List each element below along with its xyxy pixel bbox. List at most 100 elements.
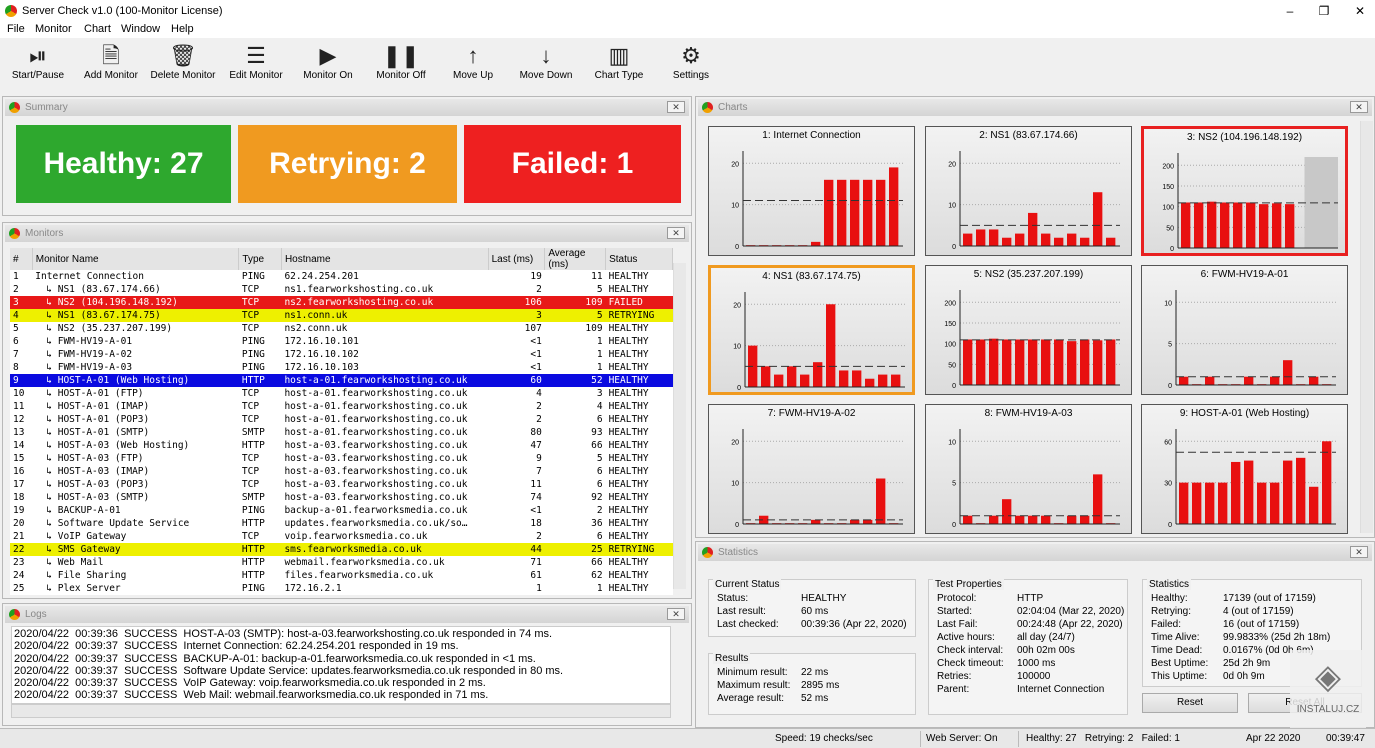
average-ms: 1 (544, 348, 606, 361)
add-monitor-button[interactable]: 🗎 Add Monitor (78, 42, 144, 90)
monitor-type: PING (238, 582, 282, 595)
stat-label: Best Uptime: (1151, 658, 1209, 669)
toolbar-label: Move Down (519, 70, 573, 81)
delete-monitor-button[interactable]: 🗑 Delete Monitor (147, 42, 219, 90)
chart-bar (1244, 460, 1254, 524)
status-speed: Speed: 19 checks/sec (775, 733, 873, 744)
y-tick-label: 20 (948, 161, 956, 168)
table-row[interactable]: 12 ↳ HOST-A-01 (POP3) TCP host-a-01.fearwor… (10, 413, 673, 426)
log-entry: 2020/04/22 00:39:37 SUCCESS Software Upd… (14, 664, 564, 677)
charts-scrollbar[interactable] (1360, 121, 1373, 533)
y-tick-label: 10 (1164, 300, 1172, 307)
close-panel-button[interactable]: ✕ (1350, 546, 1368, 558)
logs-horizontal-scrollbar[interactable] (11, 704, 671, 718)
column-header[interactable]: Average (ms) (544, 248, 607, 270)
table-row[interactable]: 3 ↳ NS2 (104.196.148.192) TCP ns2.fearworks… (10, 296, 673, 309)
menu-window[interactable]: Window (121, 23, 160, 35)
table-row[interactable]: 10 ↳ HOST-A-01 (FTP) TCP host-a-01.fearwork… (10, 387, 673, 400)
monitors-scrollbar[interactable] (673, 263, 686, 589)
chart-cell[interactable]: 9: HOST-A-01 (Web Hosting) 0 30 60 (1141, 404, 1348, 534)
table-row[interactable]: 18 ↳ HOST-A-03 (SMTP) SMTP host-a-03.fearwo… (10, 491, 673, 504)
table-row[interactable]: 21 ↳ VoIP Gateway TCP voip.fearworksmedia.c… (10, 530, 673, 543)
table-row[interactable]: 13 ↳ HOST-A-01 (SMTP) SMTP host-a-01.fearwo… (10, 426, 673, 439)
status: HEALTHY (605, 491, 673, 504)
maximize-button[interactable]: ❐ (1314, 2, 1334, 20)
monitor-name: ↳ File Sharing (32, 569, 239, 582)
chart-bar (811, 519, 821, 524)
average-ms: 6 (544, 530, 606, 543)
toolbar-label: Delete Monitor (150, 70, 216, 81)
hostname: 62.24.254.201 (281, 270, 489, 283)
close-panel-button[interactable]: ✕ (667, 227, 685, 239)
move-down-button[interactable]: ↓ Move Down (514, 42, 578, 90)
settings-button[interactable]: ⚙ Settings (668, 42, 714, 90)
chart-cell[interactable]: 5: NS2 (35.237.207.199) 0 50 100 150 200 (925, 265, 1132, 395)
chart-type-button[interactable]: ▥ Chart Type (590, 42, 648, 90)
y-tick-label: 0 (1168, 383, 1172, 390)
chart-bar (1106, 237, 1116, 246)
chart-cell[interactable]: 2: NS1 (83.67.174.66) 0 10 20 (925, 126, 1132, 256)
close-panel-button[interactable]: ✕ (667, 608, 685, 620)
column-header[interactable]: Type (238, 248, 282, 270)
chart-cell[interactable]: 7: FWM-HV19-A-02 0 10 20 (708, 404, 915, 534)
monitor-off-button[interactable]: ❚❚ Monitor Off (370, 42, 432, 90)
table-row[interactable]: 11 ↳ HOST-A-01 (IMAP) TCP host-a-01.fearwor… (10, 400, 673, 413)
chart-bar (1233, 202, 1243, 248)
average-ms: 1 (544, 361, 606, 374)
table-row[interactable]: 6 ↳ FWM-HV19-A-01 PING 172.16.10.101 <1 1 HEAL… (10, 335, 673, 348)
minimize-button[interactable]: – (1280, 2, 1300, 20)
table-row[interactable]: 7 ↳ FWM-HV19-A-02 PING 172.16.10.102 <1 1 HEAL… (10, 348, 673, 361)
row-number: 21 (10, 530, 33, 543)
y-tick-label: 10 (731, 481, 739, 488)
stat-label: Status: (717, 593, 749, 604)
table-row[interactable]: 8 ↳ FWM-HV19-A-03 PING 172.16.10.103 <1 1 HEAL… (10, 361, 673, 374)
average-ms: 4 (544, 400, 606, 413)
menu-monitor[interactable]: Monitor (35, 23, 72, 35)
chart-bar (850, 519, 860, 524)
menu-file[interactable]: File (7, 23, 25, 35)
menu-help[interactable]: Help (171, 23, 194, 35)
table-row[interactable]: 5 ↳ NS2 (35.237.207.199) TCP ns2.conn.uk 107… (10, 322, 673, 335)
stat-label: Retrying: (1151, 606, 1192, 617)
table-row[interactable]: 9 ↳ HOST-A-01 (Web Hosting) HTTP host-a-01.… (10, 374, 673, 387)
table-row[interactable]: 17 ↳ HOST-A-03 (POP3) TCP host-a-03.fearwor… (10, 478, 673, 491)
table-row[interactable]: 15 ↳ HOST-A-03 (FTP) TCP host-a-03.fearwork… (10, 452, 673, 465)
close-button[interactable]: ✕ (1350, 2, 1370, 20)
column-header[interactable]: Last (ms) (488, 248, 546, 270)
table-row[interactable]: 20 ↳ Software Update Service HTTP updates.f… (10, 517, 673, 530)
column-header[interactable]: Hostname (281, 248, 489, 270)
chart-cell[interactable]: 1: Internet Connection 0 10 20 (708, 126, 915, 256)
chart-bar (1041, 233, 1051, 246)
start-pause-button[interactable]: ⏯ Start/Pause (8, 42, 68, 90)
watermark-text: INSTALUJ.CZ (1296, 704, 1360, 715)
table-row[interactable]: 14 ↳ HOST-A-03 (Web Hosting) HTTP host-a-03… (10, 439, 673, 452)
monitor-on-button[interactable]: ▶ Monitor On (297, 42, 359, 90)
chart-cell[interactable]: 3: NS2 (104.196.148.192) 0 50 100 150 200 (1141, 126, 1348, 256)
reset-button[interactable]: Reset (1142, 693, 1238, 713)
chart-cell[interactable]: 6: FWM-HV19-A-01 0 5 10 (1141, 265, 1348, 395)
table-row[interactable]: 23 ↳ Web Mail HTTP webmail.fearworksmedia.c… (10, 556, 673, 569)
table-row[interactable]: 25 ↳ Plex Server PING 172.16.2.1 1 1 HEALTHY (10, 582, 673, 595)
table-row[interactable]: 24 ↳ File Sharing HTTP files.fearworksmedia… (10, 569, 673, 582)
chart-cell[interactable]: 8: FWM-HV19-A-03 0 5 10 (925, 404, 1132, 534)
column-header[interactable]: Monitor Name (32, 248, 240, 270)
column-header[interactable]: # (10, 248, 33, 270)
chart-cell[interactable]: 4: NS1 (83.67.174.75) 0 10 20 (708, 265, 915, 395)
menu-chart[interactable]: Chart (84, 23, 111, 35)
table-row[interactable]: 4 ↳ NS1 (83.67.174.75) TCP ns1.conn.uk 3 5 RET… (10, 309, 673, 322)
close-panel-button[interactable]: ✕ (667, 101, 685, 113)
average-ms: 62 (544, 569, 606, 582)
chart-bar (1041, 515, 1051, 524)
column-header[interactable]: Status (605, 248, 673, 270)
chart-bar (1080, 339, 1090, 385)
table-row[interactable]: 22 ↳ SMS Gateway HTTP sms.fearworksmedia.co… (10, 543, 673, 556)
table-row[interactable]: 1 Internet Connection PING 62.24.254.201 19 1… (10, 270, 673, 283)
table-row[interactable]: 19 ↳ BACKUP-A-01 PING backup-a-01.fearworks… (10, 504, 673, 517)
edit-monitor-button[interactable]: ☰ Edit Monitor (224, 42, 288, 90)
last-ms: <1 (488, 504, 545, 517)
log-list[interactable]: 2020/04/22 00:39:36 SUCCESS HOST-A-03 (S… (11, 626, 671, 704)
move-up-button[interactable]: ↑ Move Up (449, 42, 497, 90)
table-row[interactable]: 2 ↳ NS1 (83.67.174.66) TCP ns1.fearworkshos… (10, 283, 673, 296)
chart-bar (863, 179, 873, 246)
table-row[interactable]: 16 ↳ HOST-A-03 (IMAP) TCP host-a-03.fearwor… (10, 465, 673, 478)
